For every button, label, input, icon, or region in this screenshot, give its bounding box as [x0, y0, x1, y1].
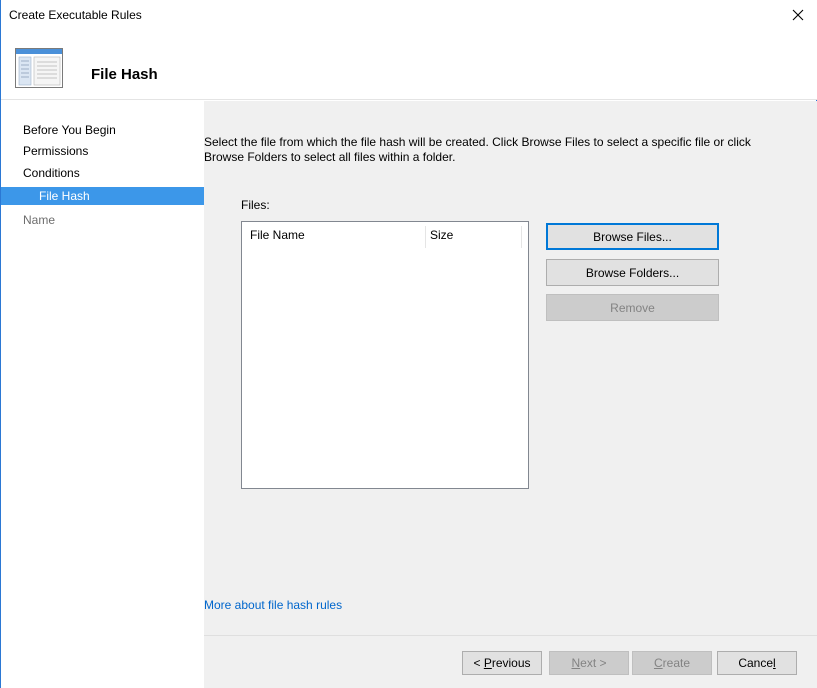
create-label-suffix: reate: [662, 656, 691, 670]
more-about-file-hash-rules-link[interactable]: More about file hash rules: [204, 598, 342, 612]
browse-folders-button[interactable]: Browse Folders...: [546, 259, 719, 286]
wizard-page-icon: [15, 48, 63, 88]
remove-button: Remove: [546, 294, 719, 321]
next-access-key: N: [571, 656, 581, 670]
column-separator[interactable]: [521, 226, 522, 248]
title-bar: Create Executable Rules: [1, 0, 817, 30]
instructions-line-2: Browse Folders to select all files withi…: [204, 150, 456, 164]
main-panel: Select the file from which the file hash…: [204, 101, 817, 635]
previous-button[interactable]: < Previous: [462, 651, 542, 675]
nav-item-before-you-begin[interactable]: Before You Begin: [1, 120, 204, 141]
wizard-window: Create Executable Rules File Hash Before…: [0, 0, 817, 688]
close-button[interactable]: [778, 0, 817, 30]
next-label-suffix: ext >: [580, 656, 607, 670]
files-list[interactable]: File Name Size: [241, 221, 529, 489]
cancel-access-key: l: [773, 656, 776, 670]
next-button: Next >: [549, 651, 629, 675]
nav-item-permissions[interactable]: Permissions: [1, 141, 204, 162]
create-button: Create: [632, 651, 712, 675]
page-title: File Hash: [91, 66, 158, 83]
files-label: Files:: [241, 198, 270, 212]
cancel-button[interactable]: Cance l: [717, 651, 797, 675]
column-header-size[interactable]: Size: [430, 222, 520, 248]
column-separator[interactable]: [425, 226, 426, 248]
page-header: File Hash: [1, 30, 817, 100]
wizard-steps-nav: Before You Begin Permissions Conditions …: [1, 101, 204, 688]
nav-item-conditions[interactable]: Conditions: [1, 163, 204, 184]
window-title: Create Executable Rules: [9, 8, 142, 22]
nav-item-file-hash[interactable]: File Hash: [1, 187, 204, 205]
instructions-line-1: Select the file from which the file hash…: [204, 135, 751, 149]
close-icon: [792, 9, 804, 21]
browse-files-button[interactable]: Browse Files...: [546, 223, 719, 250]
wizard-footer: < Previous Next > Create Cance l: [204, 635, 817, 688]
previous-label-prefix: <: [473, 656, 484, 670]
previous-label-suffix: revious: [491, 656, 531, 670]
cancel-label-prefix: Cance: [738, 656, 773, 670]
create-access-key: C: [653, 656, 663, 670]
column-header-file-name[interactable]: File Name: [250, 222, 426, 248]
previous-access-key: P: [483, 656, 492, 670]
instructions-text: Select the file from which the file hash…: [204, 135, 812, 165]
nav-item-name: Name: [23, 213, 56, 227]
